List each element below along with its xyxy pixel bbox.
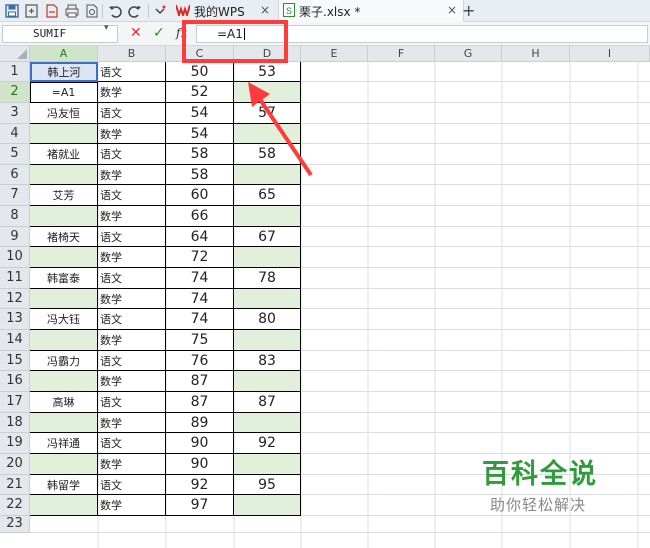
watermark-logo: 百科全说 助你轻松解决: [460, 452, 640, 532]
watermark-subtitle: 助你轻松解决: [490, 496, 587, 514]
watermark-title: 百科全说: [482, 459, 598, 490]
